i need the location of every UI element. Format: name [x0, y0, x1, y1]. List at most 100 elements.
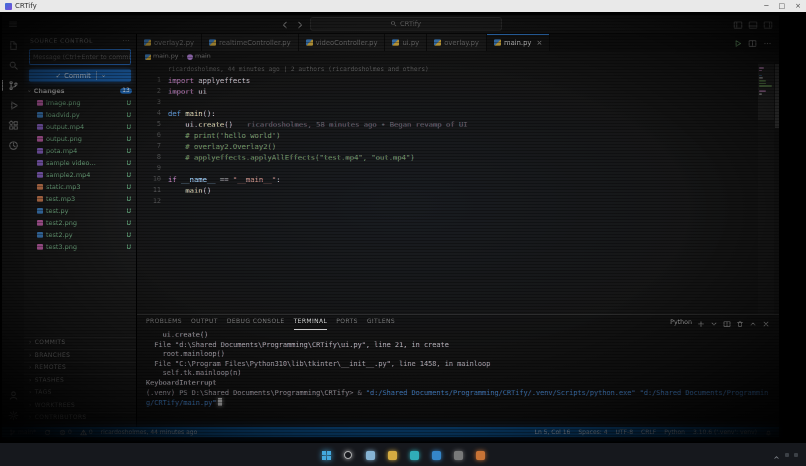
taskbar-browser-icon[interactable]	[407, 448, 422, 463]
taskbar-terminal-icon[interactable]	[451, 448, 466, 463]
tab-realtimeController.py[interactable]: realtimeController.py	[202, 34, 299, 51]
close-button[interactable]: ×	[795, 0, 801, 12]
panel-tab-problems[interactable]: PROBLEMS	[146, 315, 182, 330]
taskbar-search-icon[interactable]	[341, 448, 356, 463]
tab-main.py[interactable]: main.py×	[487, 34, 550, 51]
file-name: sample2.mp4	[46, 171, 90, 179]
status-language[interactable]: Python	[664, 429, 685, 436]
gitlens-section-remotes[interactable]: ›REMOTES	[24, 362, 136, 375]
panel-tab-ports[interactable]: PORTS	[336, 315, 358, 330]
taskbar-task-view-icon[interactable]	[363, 448, 378, 463]
chevron-up-icon	[749, 320, 757, 328]
scm-file-sample video.mp4[interactable]: sample video.mp4U	[24, 157, 136, 169]
activity-source-control[interactable]	[2, 80, 25, 91]
scm-file-test3.png[interactable]: test3.pngU	[24, 241, 136, 253]
gitlens-section-worktrees[interactable]: ›WORKTREES	[24, 399, 136, 412]
panel-tab-output[interactable]: OUTPUT	[191, 315, 218, 330]
taskbar-start-icon[interactable]	[319, 448, 334, 463]
gitlens-section-tags[interactable]: ›TAGS	[24, 387, 136, 400]
tab-videoController.py[interactable]: videoController.py	[299, 34, 386, 51]
tray-chevron-up-icon[interactable]	[773, 446, 780, 465]
gitlens-section-stashes[interactable]: ›STASHES	[24, 374, 136, 387]
scm-file-static.mp3[interactable]: static.mp3U	[24, 181, 136, 193]
tab-overlay.py[interactable]: overlay.py	[427, 34, 487, 51]
activity-gitlens[interactable]	[2, 140, 25, 151]
forward-button[interactable]	[295, 15, 305, 34]
commit-message-input[interactable]: Message (Ctrl+Enter to commit on 'main')	[29, 49, 131, 65]
tab-overlay2.py[interactable]: overlay2.py	[137, 34, 202, 51]
tray-network-icon[interactable]	[785, 453, 789, 457]
panel-tab-terminal[interactable]: TERMINAL	[294, 315, 328, 330]
scm-file-test.py[interactable]: test.pyU	[24, 205, 136, 217]
python-file-icon	[392, 39, 399, 46]
split-button[interactable]	[748, 33, 757, 52]
status-gitlens-blame[interactable]: ricardosholmes, 44 minutes ago	[101, 429, 198, 436]
more-button[interactable]	[763, 33, 772, 52]
status-interpreter[interactable]: 3.10.6 ('.venv': venv)	[693, 429, 757, 436]
activity-search[interactable]	[2, 60, 25, 71]
taskbar-vscode-icon[interactable]	[429, 448, 444, 463]
more-actions-icon[interactable]: ···	[123, 38, 130, 45]
commit-button[interactable]: ✓ Commit ›	[29, 69, 131, 82]
status-eol[interactable]: CRLF	[641, 429, 656, 436]
chevron-down-icon[interactable]: ›	[99, 74, 107, 77]
layout-sidebar-button[interactable]	[733, 15, 743, 34]
file-name: test2.png	[46, 219, 77, 227]
breadcrumb-item[interactable]: main.py	[145, 53, 178, 60]
terminal-profile-select[interactable]: Python	[670, 319, 692, 326]
scm-file-test2.py[interactable]: test2.pyU	[24, 229, 136, 241]
scrollbar-thumb[interactable]	[775, 64, 779, 128]
terminal-output[interactable]: ui.create() File "d:\Shared Documents\Pr…	[137, 329, 779, 427]
scm-file-pota.mp4[interactable]: pota.mp4U	[24, 145, 136, 157]
close-icon[interactable]: ×	[536, 39, 542, 47]
status-encoding[interactable]: UTF-8	[616, 429, 634, 436]
activity-account[interactable]	[2, 390, 25, 401]
status-sync[interactable]	[44, 429, 51, 436]
tray-volume-icon[interactable]	[794, 453, 798, 457]
taskbar-media-app-icon[interactable]	[473, 448, 488, 463]
status-problems-errors[interactable]: 0	[59, 429, 72, 436]
maximize-button[interactable]: □	[779, 0, 786, 12]
minimize-button[interactable]: ─	[764, 0, 768, 12]
scm-file-loadvid.py[interactable]: loadvid.pyU	[24, 109, 136, 121]
scm-file-test.mp3[interactable]: test.mp3U	[24, 193, 136, 205]
status-indentation[interactable]: Spaces: 4	[578, 429, 607, 436]
editor-scrollbar[interactable]	[775, 62, 779, 314]
gitlens-section-branches[interactable]: ›BRANCHES	[24, 349, 136, 362]
changes-section-header[interactable]: › Changes 13	[24, 84, 136, 97]
command-center[interactable]: CRTify	[310, 17, 502, 31]
tab-ui.py[interactable]: ui.py	[385, 34, 427, 51]
status-problems-warnings[interactable]: 0	[80, 429, 93, 436]
scm-file-sample2.mp4[interactable]: sample2.mp4 U	[24, 169, 136, 181]
activity-run-debug[interactable]	[2, 100, 25, 111]
scm-file-test2.png[interactable]: test2.pngU	[24, 217, 136, 229]
scm-file-output.mp4[interactable]: output.mp4U	[24, 121, 136, 133]
layout-right-button[interactable]	[763, 15, 773, 34]
file-type-icon	[37, 220, 43, 226]
run-debug-icon	[8, 100, 19, 111]
status-notifications[interactable]	[765, 429, 772, 436]
back-button[interactable]	[280, 15, 290, 34]
git-status-badge: U	[126, 172, 131, 179]
code-editor[interactable]: ricardosholmes, 44 minutes ago | 2 autho…	[137, 62, 779, 314]
browser-glyph	[410, 451, 419, 460]
menu-icon[interactable]	[8, 19, 18, 29]
activity-settings[interactable]	[2, 410, 25, 421]
panel-tab-gitlens[interactable]: GITLENS	[367, 315, 395, 330]
gitlens-section-commits[interactable]: ›COMMITS	[24, 337, 136, 350]
editor-tabs: overlay2.pyrealtimeController.pyvideoCon…	[137, 34, 550, 51]
breadcrumb-item[interactable]: main	[187, 53, 211, 60]
scm-file-image.png[interactable]: image.pngU	[24, 97, 136, 109]
status-branch[interactable]: main*	[9, 429, 36, 436]
scm-file-output.png[interactable]: output.pngU	[24, 133, 136, 145]
minimap[interactable]	[758, 62, 774, 314]
activity-extensions[interactable]	[2, 120, 25, 131]
layout-panel-button[interactable]	[748, 15, 758, 34]
activity-explorer[interactable]	[2, 40, 25, 51]
status-cursor-position[interactable]: Ln 5, Col 16	[535, 429, 571, 436]
code-line: 6 # print('hello world')	[137, 130, 779, 141]
run-button[interactable]	[733, 33, 742, 52]
taskbar-file-explorer-icon[interactable]	[385, 448, 400, 463]
gitlens-section-contributors[interactable]: ›CONTRIBUTORS	[24, 412, 136, 425]
panel-tab-debug-console[interactable]: DEBUG CONSOLE	[227, 315, 285, 330]
